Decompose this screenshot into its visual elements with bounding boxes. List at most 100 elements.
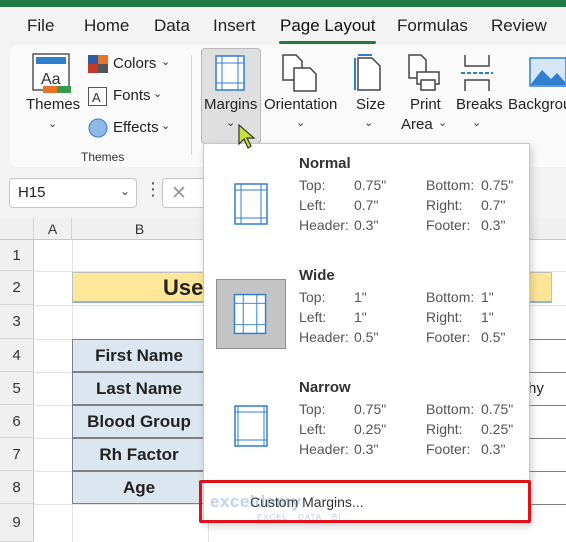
fonts-button-label[interactable]: Fonts — [113, 87, 151, 104]
bottom-label: Bottom: — [426, 401, 475, 417]
top-value: 0.75" — [354, 177, 387, 193]
top-value: 1" — [354, 289, 367, 305]
select-all-corner[interactable] — [0, 218, 34, 240]
footer-value: 0.3" — [481, 441, 506, 457]
value-cell-border — [528, 438, 566, 439]
row-header-8[interactable]: 8 — [0, 471, 34, 504]
footer-label: Footer: — [426, 217, 471, 233]
row-header-6[interactable]: 6 — [0, 405, 34, 438]
left-value: 0.7" — [354, 197, 379, 213]
chevron-down-icon: ⌄ — [364, 117, 374, 129]
chevron-down-icon: ⌄ — [438, 117, 448, 129]
size-icon[interactable] — [354, 54, 382, 92]
row-header-4[interactable]: 4 — [0, 339, 34, 372]
top-label: Top: — [299, 289, 326, 305]
tab-home[interactable]: Home — [84, 16, 129, 36]
label-cell-rh-factor[interactable]: Rh Factor — [72, 438, 206, 471]
option-name: Normal — [299, 155, 351, 172]
bottom-value: 1" — [481, 289, 494, 305]
effects-button-label[interactable]: Effects — [113, 119, 159, 136]
themes-button-label[interactable]: Themes — [26, 96, 80, 113]
row-header-7[interactable]: 7 — [0, 438, 34, 471]
right-value: 1" — [481, 309, 494, 325]
margin-option-normal[interactable]: Normal Top: 0.75" Bottom: 0.75" Left: 0.… — [204, 149, 531, 259]
right-value: 0.25" — [481, 421, 514, 437]
header-label: Header: — [299, 217, 349, 233]
orientation-button-label[interactable]: Orientation — [264, 96, 337, 113]
value-cell-border — [528, 405, 566, 406]
name-box[interactable]: H15 ⌄ — [9, 178, 137, 208]
bottom-label: Bottom: — [426, 177, 475, 193]
ribbon-tabs: File Home Data Insert Page Layout Formul… — [0, 7, 566, 45]
label-cell-first-name[interactable]: First Name — [72, 339, 206, 372]
chevron-down-icon: ⌄ — [296, 117, 306, 129]
chevron-down-icon: ⌄ — [161, 56, 171, 68]
group-divider — [191, 55, 192, 155]
right-label: Right: — [426, 197, 463, 213]
print-area-icon[interactable] — [408, 54, 442, 92]
label-cell-age[interactable]: Age — [72, 471, 206, 504]
colors-icon[interactable] — [88, 55, 108, 73]
right-label: Right: — [426, 421, 463, 437]
column-header-a[interactable]: A — [34, 218, 72, 240]
mouse-cursor-icon — [238, 124, 256, 149]
effects-icon[interactable] — [88, 118, 108, 138]
breaks-icon[interactable] — [461, 54, 493, 92]
label-cell-last-name[interactable]: Last Name — [72, 372, 206, 405]
colors-button-label[interactable]: Colors — [113, 55, 156, 72]
row-header-3[interactable]: 3 — [0, 305, 34, 339]
tab-data[interactable]: Data — [154, 16, 190, 36]
background-icon[interactable] — [529, 54, 566, 90]
more-options-icon[interactable]: ⋮ — [144, 179, 162, 200]
chevron-down-icon: ⌄ — [48, 118, 58, 130]
title-bar — [0, 0, 566, 7]
row-header-9[interactable]: 9 — [0, 504, 34, 542]
left-label: Left: — [299, 421, 327, 437]
header-label: Header: — [299, 329, 349, 345]
margin-option-narrow[interactable]: Narrow Top: 0.75" Bottom: 0.75" Left: 0.… — [204, 373, 531, 483]
tab-formulas[interactable]: Formulas — [397, 16, 468, 36]
orientation-icon[interactable] — [282, 54, 318, 92]
size-button-label[interactable]: Size — [356, 96, 385, 113]
chevron-down-icon[interactable]: ⌄ — [120, 184, 130, 198]
themes-group-label: Themes — [81, 150, 125, 164]
top-value: 0.75" — [354, 401, 387, 417]
label-cell-blood-group[interactable]: Blood Group — [72, 405, 206, 438]
chevron-down-icon: ⌄ — [161, 120, 171, 132]
tab-page-layout[interactable]: Page Layout — [280, 16, 375, 36]
breaks-button-label[interactable]: Breaks — [456, 96, 503, 113]
cancel-icon[interactable]: ✕ — [171, 182, 187, 205]
value-cell-border — [528, 339, 566, 340]
header-value: 0.5" — [354, 329, 379, 345]
chevron-down-icon: ⌄ — [153, 88, 163, 100]
active-tab-indicator — [279, 41, 376, 44]
footer-value: 0.5" — [481, 329, 506, 345]
themes-icon[interactable]: Aa — [32, 53, 74, 95]
left-value: 1" — [354, 309, 367, 325]
header-value: 0.3" — [354, 441, 379, 457]
margins-dropdown: Normal Top: 0.75" Bottom: 0.75" Left: 0.… — [203, 143, 530, 523]
footer-label: Footer: — [426, 329, 471, 345]
page-margins-icon — [234, 183, 268, 225]
top-label: Top: — [299, 177, 326, 193]
tab-file[interactable]: File — [27, 16, 54, 36]
row-header-2[interactable]: 2 — [0, 271, 34, 305]
tab-review[interactable]: Review — [491, 16, 547, 36]
value-cell-border — [528, 471, 566, 472]
margin-option-wide[interactable]: Wide Top: 1" Bottom: 1" Left: 1" Right: … — [204, 261, 531, 371]
margins-button-label[interactable]: Margins — [204, 96, 257, 113]
fonts-icon[interactable]: A — [88, 87, 108, 107]
column-header-b[interactable]: B — [72, 218, 208, 240]
print-area-line2[interactable]: Area — [401, 116, 433, 133]
row-header-5[interactable]: 5 — [0, 372, 34, 405]
print-area-line1[interactable]: Print — [410, 96, 441, 113]
left-value: 0.25" — [354, 421, 387, 437]
footer-value: 0.3" — [481, 217, 506, 233]
tab-insert[interactable]: Insert — [213, 16, 256, 36]
right-label: Right: — [426, 309, 463, 325]
background-button-label[interactable]: Backgrou — [508, 96, 566, 113]
bottom-label: Bottom: — [426, 289, 475, 305]
bottom-value: 0.75" — [481, 401, 514, 417]
row-header-1[interactable]: 1 — [0, 240, 34, 271]
highlight-box — [199, 480, 531, 523]
